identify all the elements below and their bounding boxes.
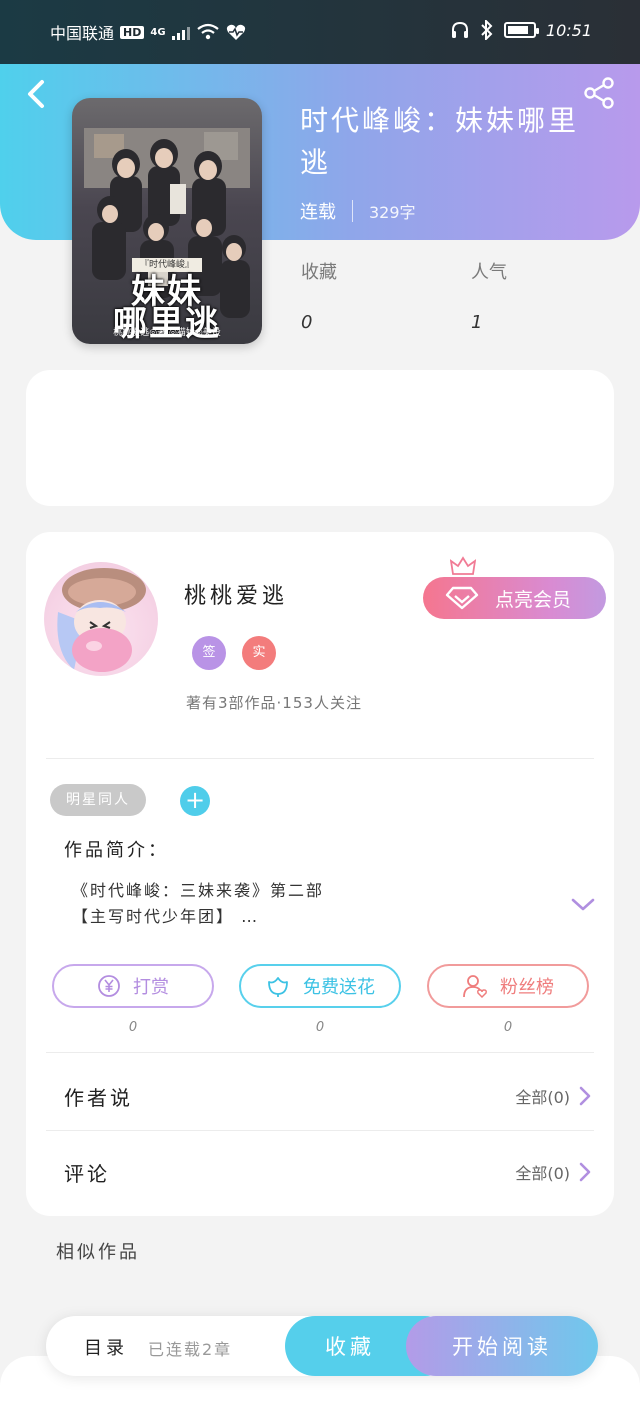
empty-card <box>26 370 614 506</box>
author-says-row[interactable]: 作者说 全部(0) <box>64 1076 592 1116</box>
chevron-right-icon <box>579 1162 591 1182</box>
flower-count: 0 <box>315 1020 325 1035</box>
avatar[interactable] <box>44 562 158 676</box>
clock: 10:51 <box>545 20 592 40</box>
comments-label: 评论 <box>64 1161 110 1186</box>
signed-badge: 签 <box>192 636 226 670</box>
book-meta: 连载 329字 <box>300 198 416 224</box>
favorites-value: 0 <box>301 312 313 333</box>
intro-line-2: 【主写时代少年团】 … <box>72 907 260 926</box>
fans-user-icon <box>463 975 487 999</box>
diamond-icon <box>445 586 479 610</box>
flower-icon <box>268 977 288 997</box>
popularity-stat: 人气 1 <box>471 258 507 333</box>
author-says-more: 全部(0) <box>515 1084 592 1108</box>
author-says-label: 作者说 <box>64 1085 133 1110</box>
intro-text[interactable]: 《时代峰峻：三妹来袭》第二部 【主写时代少年团】 … <box>72 878 324 930</box>
yen-coin-icon <box>98 975 120 997</box>
comments-more: 全部(0) <box>515 1160 592 1184</box>
status-bar: 中国联通 HD 4G 10:51 <box>0 0 640 64</box>
word-count: 329字 <box>369 203 416 222</box>
author-says-count: 全部(0) <box>515 1088 570 1107</box>
similar-works-heading: 相似作品 <box>56 1242 140 1263</box>
status-bar-left: 中国联通 HD 4G <box>50 20 246 44</box>
send-flower-button[interactable]: 免费送花 <box>239 964 401 1008</box>
book-title: 时代峰峻：妹妹哪里逃 <box>300 104 580 179</box>
signal-icon <box>171 24 190 40</box>
cover-authors: 桃桃爱逃◎著 ◎猫妙◎美设 <box>113 328 221 338</box>
fans-count: 0 <box>503 1020 513 1035</box>
fans-ranking-label: 粉丝榜 <box>500 977 554 998</box>
popularity-value: 1 <box>471 312 483 333</box>
tag-celebrity-fanfic[interactable]: 明星同人 <box>50 784 146 816</box>
wifi-icon <box>196 23 219 40</box>
vip-button-label: 点亮会员 <box>495 588 572 611</box>
book-cover[interactable]: 『时代峰峻』 妹妹 哪里逃 桃桃爱逃◎著 ◎猫妙◎美设 <box>72 98 262 344</box>
author-card: 桃桃爱逃 签 实 著有3部作品·153人关注 点亮会员 明星同人 + 作品简介：… <box>26 532 614 1216</box>
fans-ranking-button[interactable]: 粉丝榜 <box>427 964 589 1008</box>
popularity-label: 人气 <box>471 262 507 283</box>
comments-count: 全部(0) <box>515 1164 570 1183</box>
serial-status: 连载 <box>300 202 336 223</box>
author-name[interactable]: 桃桃爱逃 <box>184 578 288 610</box>
status-bar-right: 10:51 <box>450 20 592 40</box>
chevron-right-icon <box>579 1086 591 1106</box>
battery-icon <box>503 22 539 38</box>
hd-badge: HD <box>120 25 145 39</box>
divider <box>46 1052 594 1053</box>
vip-button[interactable]: 点亮会员 <box>423 577 606 619</box>
meta-divider <box>352 200 353 222</box>
cover-banner: 『时代峰峻』 <box>132 258 202 272</box>
table-of-contents-button[interactable]: 目录 <box>84 1334 128 1360</box>
tip-label: 打赏 <box>133 977 169 998</box>
verified-badge: 实 <box>242 636 276 670</box>
bluetooth-icon <box>481 20 493 40</box>
intro-line-1: 《时代峰峻：三妹来袭》第二部 <box>72 881 325 900</box>
tip-count: 0 <box>128 1020 138 1035</box>
start-reading-button[interactable]: 开始阅读 <box>406 1316 598 1376</box>
heart-rate-icon <box>226 24 245 40</box>
bottom-action-bar: 目录 已连载2章 收藏 开始阅读 <box>46 1316 598 1376</box>
add-tag-button[interactable]: + <box>180 786 210 816</box>
chevron-down-icon[interactable] <box>570 896 596 914</box>
carrier-name: 中国联通 <box>50 24 115 43</box>
author-summary: 著有3部作品·153人关注 <box>186 694 362 712</box>
share-icon[interactable] <box>582 76 616 110</box>
avatar-illustration <box>57 568 146 672</box>
divider <box>46 758 594 759</box>
favorites-label: 收藏 <box>301 262 337 283</box>
favorites-stat: 收藏 0 <box>301 258 337 333</box>
chapter-count: 已连载2章 <box>148 1340 233 1359</box>
network-type: 4G <box>150 26 166 38</box>
tip-button[interactable]: 打赏 <box>52 964 214 1008</box>
send-flower-label: 免费送花 <box>303 977 375 998</box>
divider <box>46 1130 594 1131</box>
headphones-icon <box>451 21 468 38</box>
intro-label: 作品简介： <box>64 840 169 861</box>
back-arrow-icon[interactable] <box>22 78 54 110</box>
comments-row[interactable]: 评论 全部(0) <box>64 1152 592 1192</box>
crown-icon <box>450 556 476 575</box>
